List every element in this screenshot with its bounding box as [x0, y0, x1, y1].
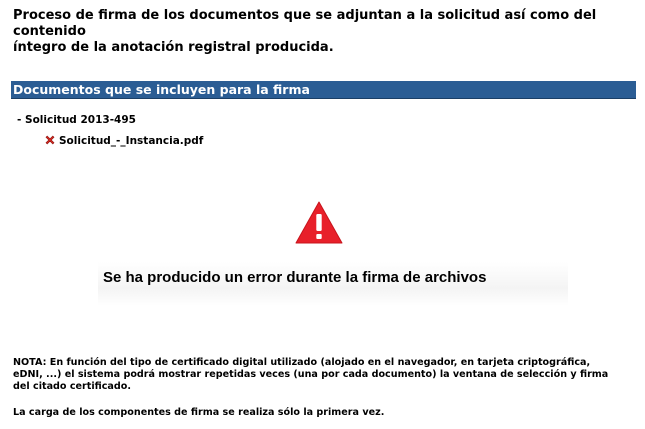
nota-line-3: del citado certificado. [13, 381, 132, 393]
tree-root-solicitud[interactable]: - Solicitud 2013-495 [17, 113, 136, 127]
documents-section-header: Documentos que se incluyen para la firma [11, 81, 636, 99]
intro-line-2: íntegro de la anotación registral produc… [13, 40, 334, 55]
intro-line-1: Proceso de firma de los documentos que s… [13, 8, 597, 39]
file-name[interactable]: Solicitud_-_Instancia.pdf [59, 135, 203, 147]
section-title: Documentos que se incluyen para la firma [13, 82, 310, 97]
tree-file-item[interactable]: Solicitud_-_Instancia.pdf [44, 134, 203, 148]
nota-line-2: eDNI, ...) el sistema podrá mostrar repe… [13, 369, 609, 381]
red-x-icon [45, 135, 55, 145]
nota-text: NOTA: En función del tipo de certificado… [13, 357, 641, 394]
error-message: Se ha producido un error durante la firm… [103, 269, 487, 286]
warning-triangle-icon [295, 201, 343, 244]
nota-line-1: NOTA: En función del tipo de certificado… [13, 357, 591, 368]
carga-text: La carga de los componentes de firma se … [13, 407, 385, 418]
intro-text: Proceso de firma de los documentos que s… [13, 8, 638, 56]
error-message-box: Se ha producido un error durante la firm… [98, 262, 568, 306]
